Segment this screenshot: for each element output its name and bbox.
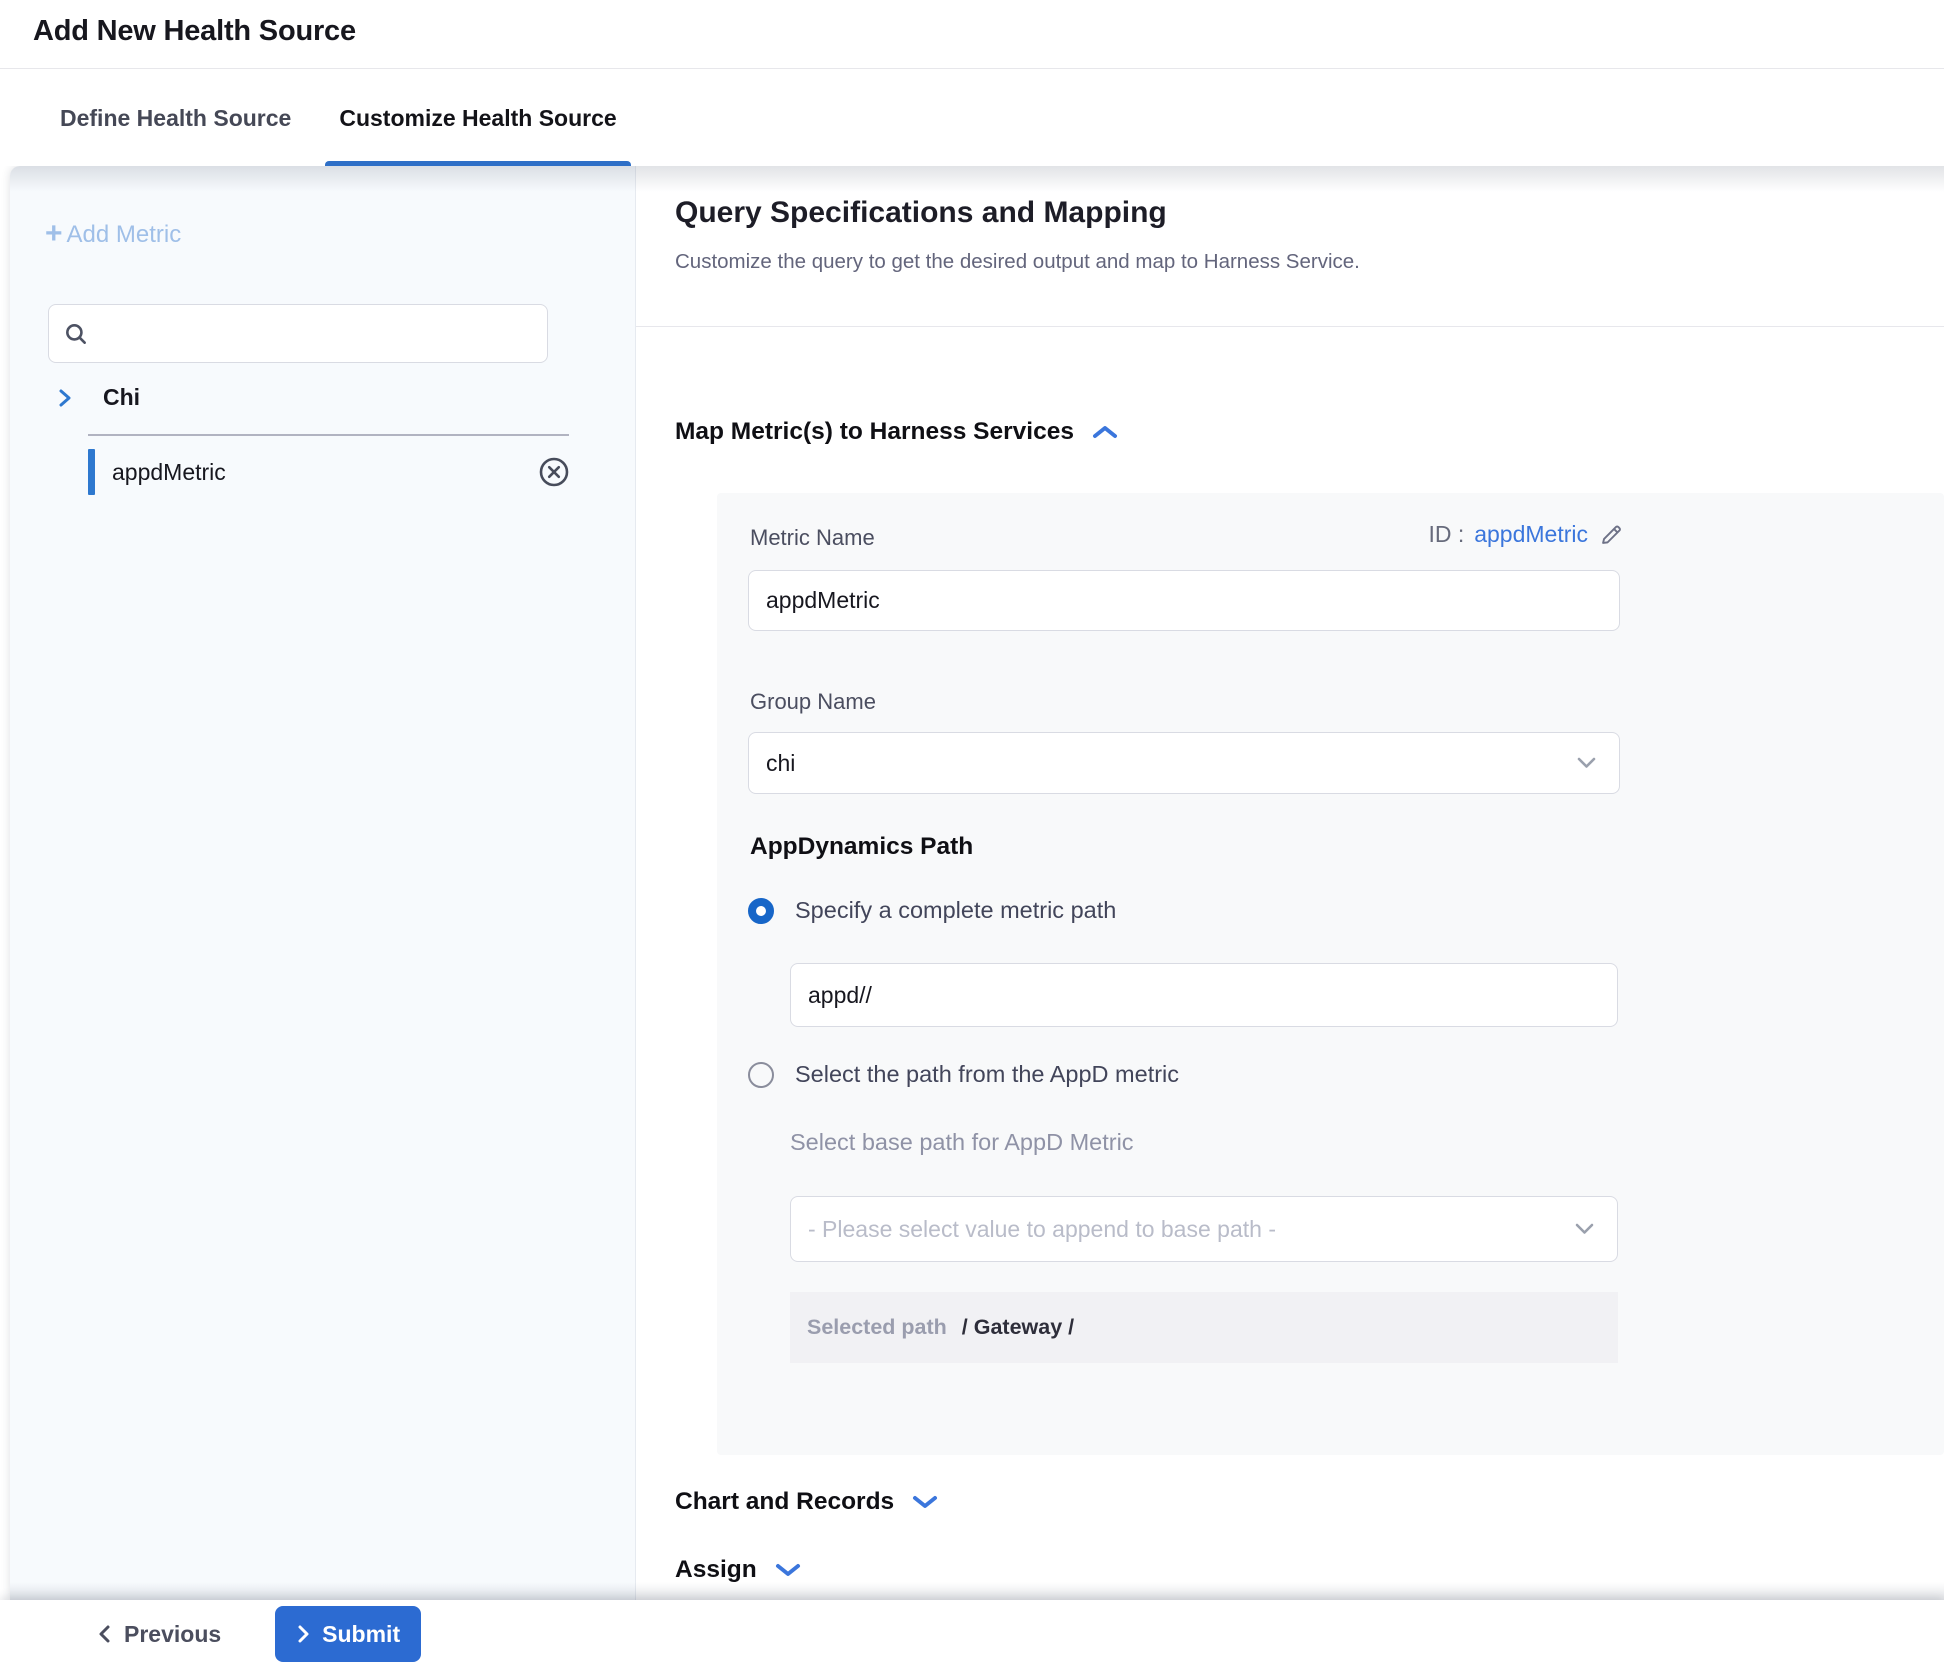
chevron-down-icon[interactable]	[775, 1561, 801, 1579]
map-metrics-section-title: Map Metric(s) to Harness Services	[675, 418, 1074, 446]
id-label: ID :	[1428, 521, 1464, 548]
radio-select-path-label: Select the path from the AppD metric	[795, 1061, 1179, 1088]
assign-title: Assign	[675, 1556, 757, 1584]
add-metric-button[interactable]: + Add Metric	[45, 220, 181, 250]
plus-icon: +	[45, 219, 63, 249]
main-panel: Query Specifications and Mapping Customi…	[636, 166, 1944, 1600]
search-input[interactable]	[99, 321, 533, 347]
radio-complete-metric-path[interactable]: Specify a complete metric path	[748, 897, 1116, 924]
base-path-select[interactable]: - Please select value to append to base …	[790, 1196, 1618, 1262]
submit-label: Submit	[322, 1621, 400, 1648]
dialog-header: Add New Health Source	[0, 0, 1944, 69]
id-value-link[interactable]: appdMetric	[1474, 521, 1588, 548]
radio-selected-icon[interactable]	[748, 898, 774, 924]
chevron-up-icon[interactable]	[1092, 423, 1118, 441]
group-name-label: Group Name	[750, 689, 876, 715]
tab-bar: Define Health Source Customize Health So…	[0, 70, 1944, 166]
search-icon	[63, 321, 89, 347]
page-title: Add New Health Source	[0, 0, 1944, 48]
selected-path-value: / Gateway /	[962, 1315, 1074, 1340]
radio-unselected-icon[interactable]	[748, 1062, 774, 1088]
metric-search-box[interactable]	[48, 304, 548, 363]
dialog-body: + Add Metric Chi appdMetric	[10, 166, 1944, 1600]
map-metrics-panel: Metric Name ID : appdMetric Group Name c…	[717, 493, 1944, 1455]
radio-complete-path-label: Specify a complete metric path	[795, 897, 1116, 924]
tree-divider	[88, 434, 569, 436]
chart-records-title: Chart and Records	[675, 1488, 894, 1516]
tab-customize-health-source[interactable]: Customize Health Source	[325, 70, 630, 166]
metric-group-label: Chi	[103, 384, 140, 411]
group-name-value: chi	[766, 750, 795, 777]
base-path-placeholder: - Please select value to append to base …	[808, 1216, 1276, 1243]
chevron-left-icon	[96, 1623, 112, 1645]
tab-define-health-source[interactable]: Define Health Source	[46, 70, 305, 166]
radio-select-appd-path[interactable]: Select the path from the AppD metric	[748, 1061, 1179, 1088]
remove-metric-icon[interactable]	[538, 456, 570, 488]
section-title: Query Specifications and Mapping	[675, 196, 1167, 230]
selected-path-row: Selected path / Gateway /	[790, 1292, 1618, 1363]
complete-metric-path-input[interactable]	[790, 963, 1618, 1027]
metric-item-label: appdMetric	[112, 459, 538, 486]
metric-id-group: ID : appdMetric	[1428, 521, 1625, 548]
chart-records-section-header[interactable]: Chart and Records	[675, 1488, 938, 1516]
sidebar: + Add Metric Chi appdMetric	[10, 166, 636, 1600]
metric-group-row[interactable]: Chi	[55, 384, 140, 411]
base-path-label: Select base path for AppD Metric	[790, 1129, 1134, 1156]
chevron-down-icon[interactable]	[912, 1493, 938, 1511]
metric-name-label: Metric Name	[750, 525, 875, 551]
add-metric-label: Add Metric	[67, 221, 182, 249]
chevron-down-icon	[1574, 1222, 1595, 1236]
selected-indicator-bar	[88, 449, 95, 495]
metric-list-item[interactable]: appdMetric	[88, 448, 570, 496]
chevron-right-icon[interactable]	[55, 387, 75, 409]
previous-label: Previous	[124, 1621, 221, 1648]
group-name-select[interactable]: chi	[748, 732, 1620, 794]
selected-path-label: Selected path	[807, 1315, 947, 1340]
footer-bar: Previous Submit	[0, 1600, 1944, 1668]
chevron-down-icon	[1576, 756, 1597, 770]
chevron-right-icon	[296, 1623, 312, 1645]
submit-button[interactable]: Submit	[275, 1606, 421, 1662]
divider	[636, 326, 1944, 327]
appdynamics-path-label: AppDynamics Path	[750, 833, 973, 861]
assign-section-header[interactable]: Assign	[675, 1556, 801, 1584]
edit-pencil-icon[interactable]	[1598, 521, 1625, 548]
metric-name-input[interactable]	[748, 570, 1620, 631]
section-subtitle: Customize the query to get the desired o…	[675, 250, 1360, 274]
map-metrics-section-header[interactable]: Map Metric(s) to Harness Services	[675, 418, 1118, 446]
previous-button[interactable]: Previous	[96, 1621, 221, 1648]
